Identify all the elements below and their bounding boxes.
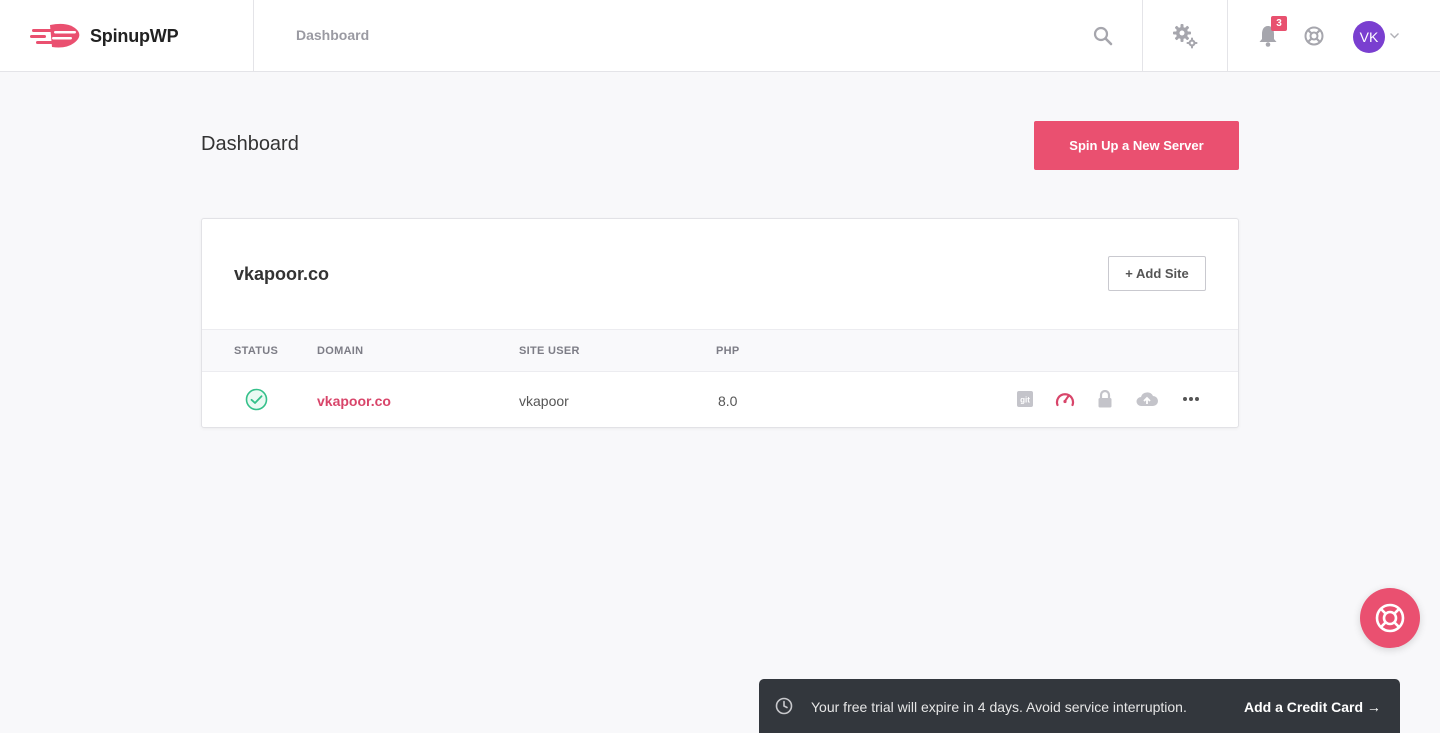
topbar-divider bbox=[1142, 0, 1143, 72]
column-header-php: PHP bbox=[716, 345, 740, 357]
top-navigation-bar: SpinupWP Dashboard 3 VK bbox=[0, 0, 1440, 72]
spin-up-new-server-button[interactable]: Spin Up a New Server bbox=[1034, 121, 1239, 170]
help-chat-button[interactable] bbox=[1360, 588, 1420, 648]
settings-gears-icon bbox=[1173, 24, 1198, 49]
lifebuoy-icon bbox=[1375, 603, 1405, 633]
backup-button[interactable] bbox=[1134, 388, 1160, 410]
notifications-button[interactable] bbox=[1256, 0, 1280, 72]
page-cache-button[interactable] bbox=[1054, 388, 1076, 410]
status-ok-icon bbox=[245, 388, 268, 411]
notification-count-badge: 3 bbox=[1271, 16, 1287, 31]
more-actions-icon bbox=[1183, 397, 1199, 401]
add-credit-card-link[interactable]: Add a Credit Card → bbox=[1244, 699, 1381, 715]
server-card: vkapoor.co + Add Site STATUS DOMAIN SITE… bbox=[201, 218, 1239, 428]
server-name[interactable]: vkapoor.co bbox=[234, 264, 329, 285]
more-actions-button[interactable] bbox=[1180, 388, 1202, 410]
settings-button[interactable] bbox=[1170, 0, 1200, 72]
brand-logo[interactable]: SpinupWP bbox=[0, 0, 254, 72]
https-button[interactable] bbox=[1094, 388, 1116, 410]
column-header-domain: DOMAIN bbox=[317, 345, 364, 357]
breadcrumb-dashboard[interactable]: Dashboard bbox=[296, 27, 369, 43]
clock-icon bbox=[775, 697, 793, 715]
svg-text:git: git bbox=[1020, 396, 1030, 405]
site-domain-link[interactable]: vkapoor.co bbox=[317, 393, 391, 409]
table-row: vkapoor.co vkapoor 8.0 git bbox=[202, 372, 1238, 427]
git-icon: git bbox=[1017, 391, 1033, 407]
chevron-down-icon[interactable] bbox=[1389, 30, 1400, 41]
column-header-status: STATUS bbox=[234, 345, 279, 357]
sites-table-header: STATUS DOMAIN SITE USER PHP bbox=[202, 329, 1238, 372]
user-avatar[interactable]: VK bbox=[1353, 21, 1385, 53]
add-site-button[interactable]: + Add Site bbox=[1108, 256, 1206, 291]
column-header-site-user: SITE USER bbox=[519, 345, 580, 357]
php-version: 8.0 bbox=[718, 393, 738, 409]
page-title: Dashboard bbox=[201, 133, 299, 155]
trial-expiry-banner: Your free trial will expire in 4 days. A… bbox=[759, 679, 1400, 733]
search-icon bbox=[1093, 26, 1113, 46]
help-button[interactable] bbox=[1302, 0, 1326, 72]
search-button[interactable] bbox=[1090, 0, 1116, 72]
page-cache-gauge-icon bbox=[1055, 393, 1075, 407]
brand-name: SpinupWP bbox=[90, 25, 179, 46]
git-button[interactable]: git bbox=[1014, 388, 1036, 410]
spinupwp-logo-icon bbox=[30, 23, 80, 48]
backup-cloud-icon bbox=[1136, 392, 1158, 406]
topbar-divider bbox=[1227, 0, 1228, 72]
trial-message: Your free trial will expire in 4 days. A… bbox=[811, 699, 1187, 715]
https-lock-icon bbox=[1098, 390, 1112, 408]
help-globe-icon bbox=[1304, 26, 1324, 46]
site-user: vkapoor bbox=[519, 393, 569, 409]
